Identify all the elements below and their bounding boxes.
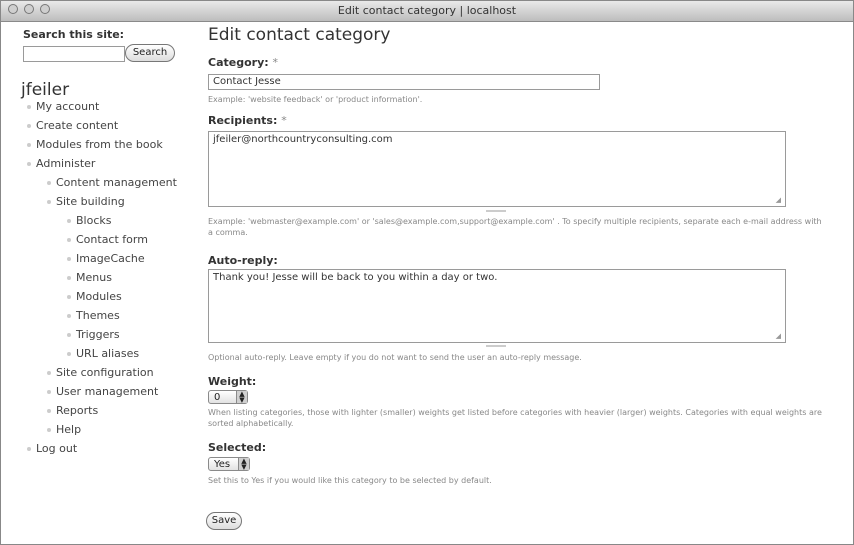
save-button[interactable]: Save [206,512,242,530]
nav-item-site-configuration[interactable]: Site configuration [47,366,154,379]
required-marker: * [272,56,278,69]
bullet-icon [27,162,31,166]
bullet-icon [67,257,71,261]
page-title: Edit contact category [208,25,391,45]
main-content: Edit contact category Category: * Contac… [206,22,853,544]
selected-label: Selected: [208,441,267,454]
nav-item-my-account[interactable]: My account [27,100,99,113]
nav-item-contact-form[interactable]: Contact form [67,233,148,246]
bullet-icon [27,124,31,128]
up-down-arrows-icon: ▲ ▼ [236,391,247,404]
selected-select[interactable]: Yes ▲ ▼ [208,457,250,471]
nav-item-create-content[interactable]: Create content [27,119,118,132]
nav-item-help[interactable]: Help [47,423,81,436]
bullet-icon [67,333,71,337]
username-heading: jfeiler [21,80,70,100]
weight-select[interactable]: 0 ▲ ▼ [208,390,248,404]
category-input[interactable]: Contact Jesse [208,74,600,90]
window-title: Edit contact category | localhost [337,4,517,17]
resize-grip-icon[interactable]: ◢ [776,196,781,204]
bullet-icon [67,219,71,223]
recipients-label: Recipients: * [208,114,287,127]
bullet-icon [47,371,51,375]
bullet-icon [47,200,51,204]
nav-item-triggers[interactable]: Triggers [67,328,120,341]
recipients-description: Example: 'webmaster@example.com' or 'sal… [208,217,822,237]
autoreply-description: Optional auto-reply. Leave empty if you … [208,353,582,362]
bullet-icon [67,276,71,280]
bullet-icon [27,143,31,147]
search-button[interactable]: Search [125,44,175,62]
bullet-icon [27,105,31,109]
bullet-icon [67,352,71,356]
autoreply-textarea[interactable]: Thank you! Jesse will be back to you wit… [208,269,786,343]
page-content: Search this site: Search jfeiler My acco… [1,22,853,544]
nav-item-menus[interactable]: Menus [67,271,112,284]
bullet-icon [47,409,51,413]
title-bar: Edit contact category | localhost [1,1,853,22]
category-description: Example: 'website feedback' or 'product … [208,95,423,104]
selected-description: Set this to Yes if you would like this c… [208,476,492,485]
bullet-icon [67,238,71,242]
textarea-resize-handle[interactable] [486,345,506,347]
textarea-resize-handle[interactable] [486,210,506,212]
required-marker: * [281,114,287,127]
nav-item-user-management[interactable]: User management [47,385,158,398]
nav-item-reports[interactable]: Reports [47,404,98,417]
browser-window: Edit contact category | localhost Search… [0,0,854,545]
nav-item-url-aliases[interactable]: URL aliases [67,347,139,360]
nav-item-log-out[interactable]: Log out [27,442,77,455]
bullet-icon [27,447,31,451]
nav-item-modules[interactable]: Modules [67,290,122,303]
category-label: Category: * [208,56,278,69]
resize-grip-icon[interactable]: ◢ [776,332,781,340]
nav-item-imagecache[interactable]: ImageCache [67,252,145,265]
recipients-textarea[interactable]: jfeiler@northcountryconsulting.com ◢ [208,131,786,207]
weight-description: When listing categories, those with ligh… [208,408,822,428]
bullet-icon [47,390,51,394]
search-input[interactable] [23,46,125,62]
search-label: Search this site: [23,28,125,41]
nav-item-site-building[interactable]: Site building [47,195,125,208]
sidebar: Search this site: Search jfeiler My acco… [1,22,191,544]
bullet-icon [67,295,71,299]
autoreply-label: Auto-reply: [208,254,278,267]
bullet-icon [67,314,71,318]
bullet-icon [47,428,51,432]
nav-item-themes[interactable]: Themes [67,309,120,322]
up-down-arrows-icon: ▲ ▼ [238,458,249,471]
nav-item-blocks[interactable]: Blocks [67,214,111,227]
nav-item-modules-from-book[interactable]: Modules from the book [27,138,163,151]
weight-label: Weight: [208,375,257,388]
nav-item-content-management[interactable]: Content management [47,176,177,189]
bullet-icon [47,181,51,185]
nav-item-administer[interactable]: Administer [27,157,95,170]
